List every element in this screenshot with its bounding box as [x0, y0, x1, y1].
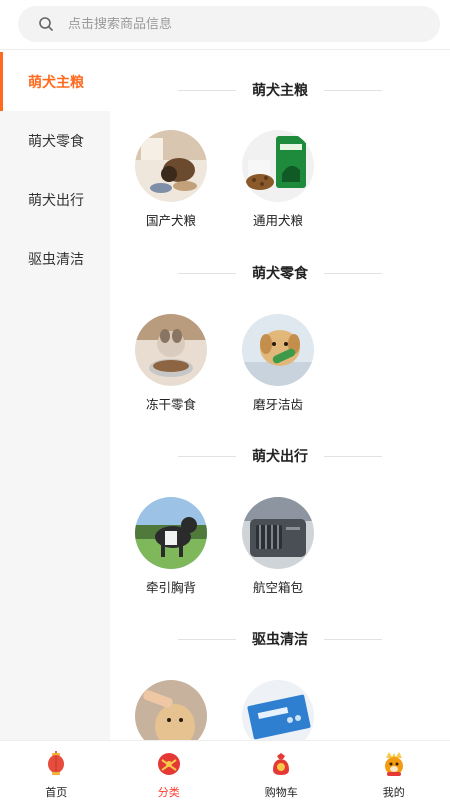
dog-food-bag-photo [242, 130, 314, 202]
section-title-text: 萌犬主粮 [252, 83, 308, 99]
sidebar-item-main-food[interactable]: 萌犬主粮 [0, 52, 110, 111]
sidebar-item-snacks[interactable]: 萌犬零食 [0, 111, 110, 170]
item-label: 冻干零食 [145, 397, 196, 412]
tiger-mascot-icon [384, 752, 403, 776]
search-icon [39, 17, 53, 31]
tab-profile[interactable]: 我的 [338, 741, 450, 800]
category-item-pet-carrier[interactable]: 航空箱包 [242, 497, 314, 596]
dog-harness-photo [135, 497, 207, 569]
item-label: 磨牙洁齿 [252, 397, 303, 412]
bottom-tab-bar: 首页 分类 购物车 我的 [0, 740, 450, 800]
item-label: 国产犬粮 [145, 213, 196, 228]
category-content: 萌犬主粮 国产犬粮 通用犬粮 萌犬零食 冻干零食 磨牙洁齿 萌犬出行 牵引胸背 … [110, 52, 450, 740]
category-page: 萌犬主粮 萌犬零食 萌犬出行 驱虫清洁 萌犬主粮 [0, 0, 450, 800]
sidebar-item-deworm-cleaning[interactable]: 驱虫清洁 [0, 229, 110, 288]
search-header [0, 0, 450, 50]
dog-grooming-photo [135, 680, 207, 740]
item-label: 航空箱包 [252, 580, 303, 595]
category-sidebar: 萌犬主粮 萌犬零食 萌犬出行 驱虫清洁 [0, 52, 110, 740]
section-title: 驱虫清洁 [110, 627, 450, 651]
dewormer-box-photo [242, 680, 314, 740]
category-item-harness[interactable]: 牵引胸背 [135, 497, 207, 596]
section-deworm-cleaning: 驱虫清洁 [110, 627, 450, 740]
search-bar[interactable] [18, 6, 440, 42]
section-travel: 萌犬出行 牵引胸背 航空箱包 [110, 444, 450, 595]
section-items: 冻干零食 磨牙洁齿 [135, 314, 349, 413]
section-title-text: 萌犬零食 [252, 266, 308, 282]
section-title: 萌犬主粮 [110, 78, 450, 102]
category-item-freeze-dried[interactable]: 冻干零食 [135, 314, 207, 413]
section-items [135, 680, 349, 740]
section-snacks: 萌犬零食 冻干零食 磨牙洁齿 [110, 261, 450, 412]
tab-label: 分类 [157, 786, 180, 799]
section-items: 国产犬粮 通用犬粮 [135, 130, 349, 229]
tab-cart[interactable]: 购物车 [225, 741, 338, 800]
item-label: 牵引胸背 [145, 580, 196, 595]
item-label: 通用犬粮 [252, 213, 303, 228]
section-title: 萌犬出行 [110, 444, 450, 468]
pet-carrier-photo [242, 497, 314, 569]
lantern-icon [48, 751, 65, 775]
tab-label: 首页 [45, 786, 68, 799]
category-item-dewormer[interactable] [242, 680, 314, 740]
section-items: 牵引胸背 航空箱包 [135, 497, 349, 596]
tab-home[interactable]: 首页 [0, 741, 113, 800]
sidebar-item-travel[interactable]: 萌犬出行 [0, 170, 110, 229]
category-item-domestic-food[interactable]: 国产犬粮 [135, 130, 207, 229]
category-item-universal-food[interactable]: 通用犬粮 [242, 130, 314, 229]
dog-eating-photo [135, 130, 207, 202]
category-item-dental-chew[interactable]: 磨牙洁齿 [242, 314, 314, 413]
puppy-chew-toy-photo [242, 314, 314, 386]
tab-label: 购物车 [264, 786, 298, 799]
dog-with-bowl-photo [135, 314, 207, 386]
section-main-food: 萌犬主粮 国产犬粮 通用犬粮 [110, 78, 450, 228]
tab-label: 我的 [382, 786, 405, 799]
section-title: 萌犬零食 [110, 261, 450, 285]
section-title-text: 驱虫清洁 [252, 632, 308, 648]
search-input[interactable] [68, 16, 388, 32]
section-title-text: 萌犬出行 [252, 449, 308, 465]
category-item-grooming[interactable] [135, 680, 207, 740]
gift-ball-icon [157, 753, 180, 775]
money-bag-icon [273, 753, 290, 775]
tab-category[interactable]: 分类 [113, 741, 226, 800]
